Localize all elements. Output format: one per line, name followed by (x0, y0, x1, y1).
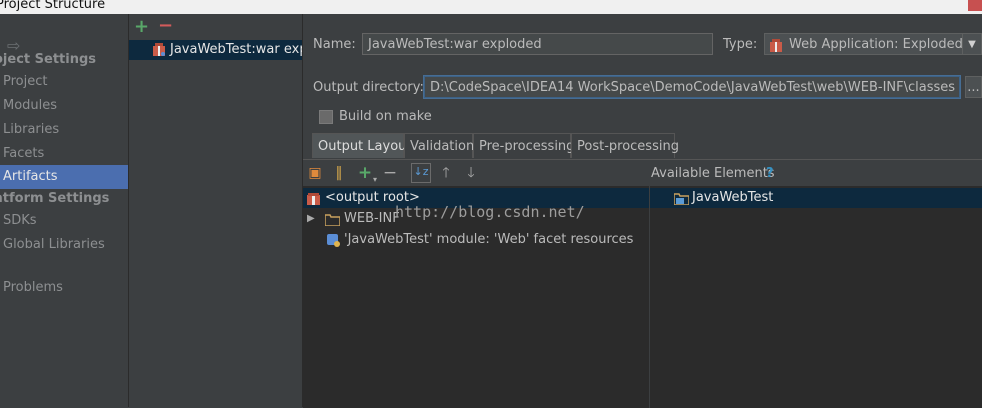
name-label: Name: (313, 37, 356, 52)
move-up-icon[interactable]: 🡑 (438, 165, 454, 181)
war-artifact-icon (153, 43, 165, 56)
tab-validation[interactable]: Validation (404, 133, 474, 158)
type-select-value: Web Application: Exploded (789, 37, 963, 52)
sort-icon[interactable]: ↓z (411, 163, 431, 183)
available-element-row[interactable]: JavaWebTest (650, 188, 982, 208)
add-artifact-button[interactable]: + (134, 16, 149, 37)
remove-icon[interactable]: − (382, 165, 398, 182)
sidebar-item-libraries[interactable]: Libraries (0, 118, 128, 142)
new-directory-icon[interactable]: ▣ (307, 165, 323, 181)
output-layout-content: ▣ ‖ + ▾ − ↓z 🡑 🡓 Available Elements ? <o… (303, 159, 982, 408)
chevron-down-icon[interactable]: ▼ (962, 34, 981, 54)
available-elements-label: Available Elements (651, 166, 775, 181)
chevron-down-icon[interactable]: ▾ (367, 172, 383, 188)
sidebar-item-project[interactable]: Project (0, 70, 128, 94)
window-title: Project Structure (0, 0, 106, 12)
output-directory-field[interactable]: D:\CodeSpace\IDEA14 WorkSpace\DemoCode\J… (424, 76, 960, 98)
type-label: Type: (723, 37, 758, 52)
tab-post-processing[interactable]: Post-processing (571, 133, 679, 158)
sidebar-item-artifacts[interactable]: Artifacts (0, 165, 128, 189)
artifact-item[interactable]: JavaWebTest:war exploded (129, 40, 302, 60)
move-down-icon[interactable]: 🡓 (463, 165, 479, 181)
platform-settings-heading: atform Settings (0, 191, 110, 206)
sidebar-item-facets[interactable]: Facets (0, 142, 128, 166)
sidebar-item-modules[interactable]: Modules (0, 94, 128, 118)
settings-sidebar: ⇨ oject Settings Project Modules Librari… (0, 14, 129, 407)
tree-row-facet-resources[interactable]: 'JavaWebTest' module: 'Web' facet resour… (303, 230, 649, 250)
build-on-make-checkbox[interactable] (319, 110, 333, 124)
title-bar: Project Structure (0, 0, 982, 14)
project-settings-heading: oject Settings (0, 52, 97, 67)
close-button[interactable] (968, 0, 982, 11)
output-directory-label: Output directory: (313, 80, 424, 95)
sidebar-item-global-libraries[interactable]: Global Libraries (0, 233, 128, 257)
available-element-label: JavaWebTest (692, 190, 774, 205)
artifacts-list-panel: + − JavaWebTest:war exploded (129, 14, 303, 407)
web-app-icon (770, 38, 783, 60)
pane-divider[interactable] (649, 186, 650, 408)
tab-output-layout[interactable]: Output Layout (312, 133, 411, 158)
tree-row-label: 'JavaWebTest' module: 'Web' facet resour… (344, 232, 634, 247)
remove-artifact-button[interactable]: − (158, 15, 173, 36)
help-icon[interactable]: ? (766, 166, 774, 181)
expand-arrow-icon[interactable]: ▶ (307, 209, 315, 229)
watermark-text: http://blog.csdn.net/ (395, 203, 585, 221)
tab-pre-processing[interactable]: Pre-processing (473, 133, 574, 158)
web-facet-icon (327, 234, 340, 254)
tree-row-label: WEB-INF (344, 211, 400, 226)
artifact-item-label: JavaWebTest:war exploded (170, 42, 302, 57)
library-icon[interactable]: ‖ (331, 165, 347, 181)
name-field[interactable]: JavaWebTest:war exploded (362, 33, 713, 55)
type-select[interactable]: Web Application: Exploded ▼ (764, 33, 982, 55)
module-folder-icon (673, 192, 690, 212)
browse-button[interactable]: ... (965, 76, 982, 98)
artifacts-toolbar: + − (129, 15, 302, 38)
layout-toolbar: ▣ ‖ + ▾ − ↓z 🡑 🡓 Available Elements ? (303, 160, 982, 186)
sidebar-item-problems[interactable]: Problems (0, 276, 128, 300)
build-on-make-label: Build on make (339, 109, 432, 124)
sidebar-item-sdks[interactable]: SDKs (0, 209, 128, 233)
artifact-details-panel: Name: JavaWebTest:war exploded Type: Web… (303, 14, 982, 408)
